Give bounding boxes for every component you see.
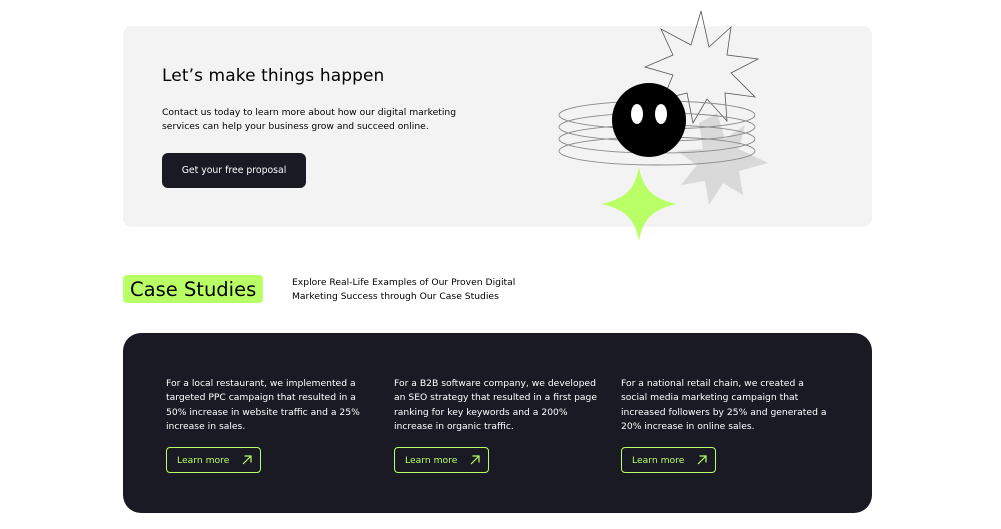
learn-more-link[interactable]: Learn more — [621, 447, 716, 473]
smiley-face-icon — [612, 83, 686, 157]
learn-more-link[interactable]: Learn more — [394, 447, 489, 473]
cta-description: Contact us today to learn more about how… — [162, 107, 457, 132]
cta-title: Let’s make things happen — [162, 66, 385, 86]
grey-star-shape — [677, 113, 768, 205]
case-study-card: For a local restaurant, we implemented a… — [166, 377, 376, 473]
arrow-up-right-icon — [242, 455, 253, 465]
case-study-text: For a national retail chain, we created … — [621, 378, 827, 433]
case-study-card: For a B2B software company, we developed… — [394, 377, 604, 473]
case-study-text: For a B2B software company, we developed… — [394, 378, 598, 433]
case-study-text: For a local restaurant, we implemented a… — [166, 378, 360, 433]
case-studies-description: Explore Real-Life Examples of Our Proven… — [292, 277, 516, 302]
case-studies-panel: For a local restaurant, we implemented a… — [123, 333, 872, 513]
learn-more-label: Learn more — [177, 454, 230, 466]
cta-illustration — [558, 10, 768, 241]
get-proposal-button[interactable]: Get your free proposal — [162, 153, 306, 188]
learn-more-label: Learn more — [405, 454, 458, 466]
learn-more-link[interactable]: Learn more — [166, 447, 261, 473]
green-sparkle-shape — [601, 167, 677, 241]
case-study-card: For a national retail chain, we created … — [621, 377, 831, 473]
arrow-up-right-icon — [697, 455, 708, 465]
learn-more-label: Learn more — [632, 454, 685, 466]
case-studies-heading: Case Studies — [123, 275, 264, 303]
arrow-up-right-icon — [470, 455, 481, 465]
